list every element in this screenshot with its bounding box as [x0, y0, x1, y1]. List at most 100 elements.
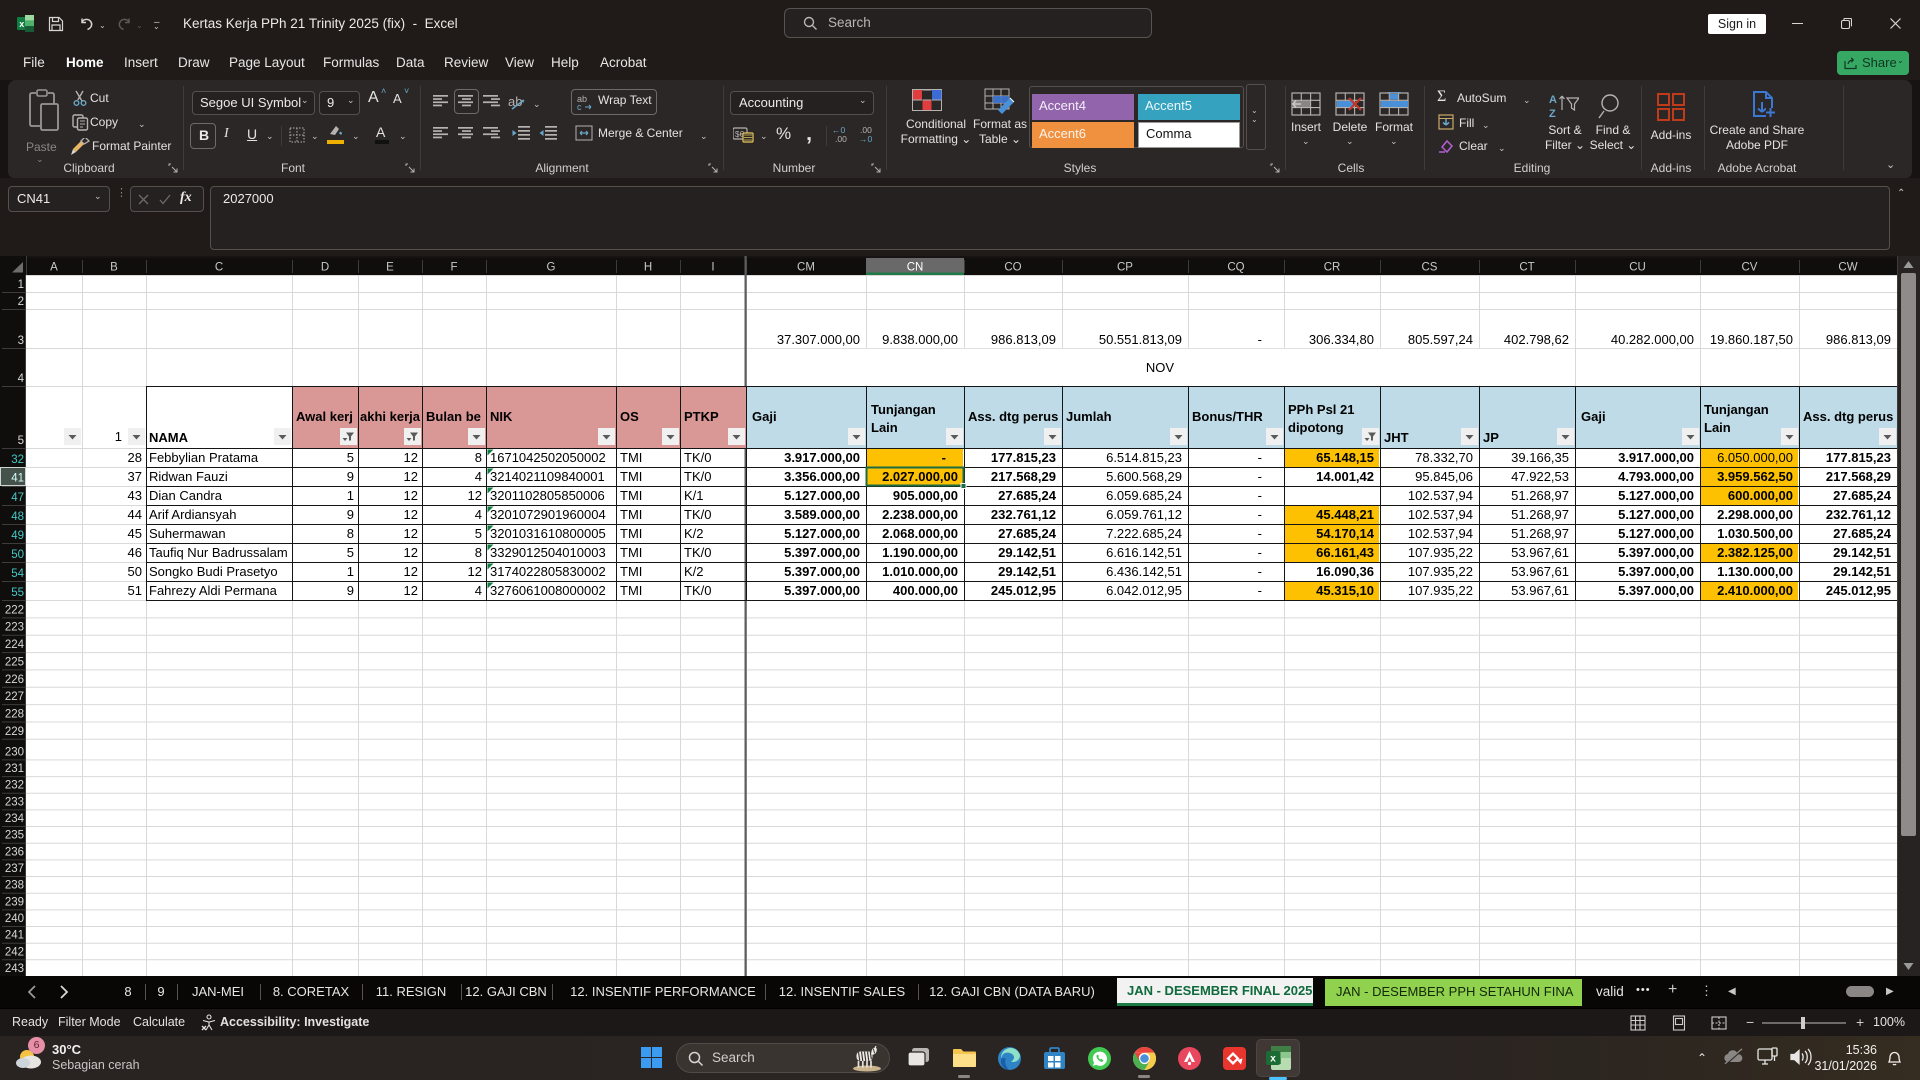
svg-text:1: 1	[347, 488, 354, 503]
svg-text:53.967,61: 53.967,61	[1511, 545, 1569, 560]
svg-text:5.127.000,00: 5.127.000,00	[1618, 507, 1694, 522]
svg-text:JP: JP	[1483, 430, 1499, 445]
svg-text:3.917.000,00: 3.917.000,00	[784, 450, 860, 465]
svg-text:6.616.142,51: 6.616.142,51	[1106, 545, 1182, 560]
svg-text:32: 32	[11, 454, 24, 466]
svg-text:CV: CV	[1742, 262, 1758, 274]
svg-text:4: 4	[475, 583, 482, 598]
svg-text:222: 222	[5, 604, 24, 616]
svg-text:JHT: JHT	[1384, 430, 1409, 445]
svg-text:240: 240	[5, 913, 24, 925]
svg-text:-: -	[942, 450, 946, 465]
svg-text:19.860.187,50: 19.860.187,50	[1710, 332, 1793, 347]
svg-text:224: 224	[5, 639, 25, 651]
svg-text:1.030.500,00: 1.030.500,00	[1717, 526, 1793, 541]
svg-text:Gaji: Gaji	[1581, 409, 1606, 424]
svg-text:9: 9	[347, 469, 354, 484]
svg-text:231: 231	[5, 763, 24, 775]
svg-text:7.222.685,24: 7.222.685,24	[1106, 526, 1182, 541]
svg-text:12: 12	[404, 488, 418, 503]
svg-text:8: 8	[475, 545, 482, 560]
svg-text:Bonus/THR: Bonus/THR	[1192, 409, 1263, 424]
svg-text:NOV: NOV	[1146, 360, 1175, 375]
svg-text:3.959.562,50: 3.959.562,50	[1717, 469, 1793, 484]
svg-text:3201031610800005: 3201031610800005	[490, 526, 606, 541]
svg-text:6.436.142,51: 6.436.142,51	[1106, 564, 1182, 579]
svg-text:5: 5	[347, 450, 354, 465]
svg-text:5: 5	[475, 526, 482, 541]
svg-text:44: 44	[128, 507, 142, 522]
svg-text:1.010.000,00: 1.010.000,00	[882, 564, 958, 579]
svg-text:986.813,09: 986.813,09	[1826, 332, 1891, 347]
svg-text:5.397.000,00: 5.397.000,00	[784, 564, 860, 579]
svg-text:5.127.000,00: 5.127.000,00	[784, 526, 860, 541]
svg-text:Lain: Lain	[1704, 420, 1731, 435]
svg-text:CM: CM	[797, 262, 815, 274]
svg-text:232.761,12: 232.761,12	[991, 507, 1056, 522]
svg-text:230: 230	[5, 746, 24, 758]
svg-text:x: x	[1270, 1054, 1276, 1065]
svg-text:-: -	[1258, 545, 1262, 560]
svg-text:Febbylian Pratama: Febbylian Pratama	[149, 450, 259, 465]
svg-text:234: 234	[5, 813, 25, 825]
svg-text:Songko Budi Prasetyo: Songko Budi Prasetyo	[149, 564, 278, 579]
svg-text:2.027.000,00: 2.027.000,00	[882, 469, 958, 484]
svg-text:Tunjangan: Tunjangan	[1704, 402, 1769, 417]
svg-text:6.059.761,12: 6.059.761,12	[1106, 507, 1182, 522]
svg-text:51: 51	[128, 583, 142, 598]
svg-text:228: 228	[5, 709, 24, 721]
svg-text:F: F	[450, 262, 457, 274]
svg-text:5: 5	[18, 435, 24, 447]
svg-text:37.307.000,00: 37.307.000,00	[777, 332, 860, 347]
svg-text:107.935,22: 107.935,22	[1408, 564, 1473, 579]
svg-text:CO: CO	[1004, 262, 1021, 274]
svg-text:2.238.000,00: 2.238.000,00	[882, 507, 958, 522]
svg-text:16.090,36: 16.090,36	[1316, 564, 1374, 579]
svg-text:TMI: TMI	[620, 488, 642, 503]
svg-text:37: 37	[128, 469, 142, 484]
svg-text:K/2: K/2	[684, 526, 704, 541]
svg-text:47.922,53: 47.922,53	[1511, 469, 1569, 484]
svg-text:54.170,14: 54.170,14	[1316, 526, 1375, 541]
svg-text:29.142,51: 29.142,51	[1833, 545, 1891, 560]
svg-text:232.761,12: 232.761,12	[1826, 507, 1891, 522]
svg-text:TMI: TMI	[620, 564, 642, 579]
svg-text:241: 241	[5, 930, 24, 942]
svg-text:CP: CP	[1117, 262, 1133, 274]
svg-text:Awal kerj: Awal kerj	[296, 409, 353, 424]
svg-text:Tunjangan: Tunjangan	[871, 402, 936, 417]
svg-text:Dian Candra: Dian Candra	[149, 488, 223, 503]
svg-text:Ass. dtg perus: Ass. dtg perus	[1803, 409, 1893, 424]
svg-text:Fahrezy Aldi Permana: Fahrezy Aldi Permana	[149, 583, 278, 598]
svg-text:53.967,61: 53.967,61	[1511, 564, 1569, 579]
svg-text:402.798,62: 402.798,62	[1504, 332, 1569, 347]
svg-text:12: 12	[404, 583, 418, 598]
svg-text:177.815,23: 177.815,23	[991, 450, 1056, 465]
svg-text:12: 12	[404, 564, 418, 579]
svg-text:5: 5	[347, 545, 354, 560]
svg-text:5.127.000,00: 5.127.000,00	[1618, 526, 1694, 541]
svg-text:51.268,97: 51.268,97	[1511, 526, 1569, 541]
svg-text:TMI: TMI	[620, 545, 642, 560]
svg-text:C: C	[215, 262, 223, 274]
svg-text:-: -	[1258, 332, 1262, 347]
svg-text:239: 239	[5, 896, 24, 908]
svg-text:1671042502050002: 1671042502050002	[490, 450, 606, 465]
svg-text:PTKP: PTKP	[684, 409, 719, 424]
svg-text:OS: OS	[620, 409, 639, 424]
svg-text:NIK: NIK	[490, 409, 513, 424]
svg-text:TMI: TMI	[620, 583, 642, 598]
svg-text:245.012,95: 245.012,95	[1826, 583, 1891, 598]
svg-text:-: -	[1258, 526, 1262, 541]
svg-text:TK/0: TK/0	[684, 507, 711, 522]
svg-text:3201102805850006: 3201102805850006	[490, 488, 605, 503]
svg-text:232: 232	[5, 780, 24, 792]
svg-text:TK/0: TK/0	[684, 545, 711, 560]
svg-text:41: 41	[11, 473, 24, 485]
svg-text:CU: CU	[1629, 262, 1646, 274]
svg-text:4: 4	[475, 469, 482, 484]
svg-text:905.000,00: 905.000,00	[893, 488, 958, 503]
svg-text:237: 237	[5, 863, 24, 875]
svg-text:K/2: K/2	[684, 564, 704, 579]
svg-text:3174022805830002: 3174022805830002	[490, 564, 606, 579]
